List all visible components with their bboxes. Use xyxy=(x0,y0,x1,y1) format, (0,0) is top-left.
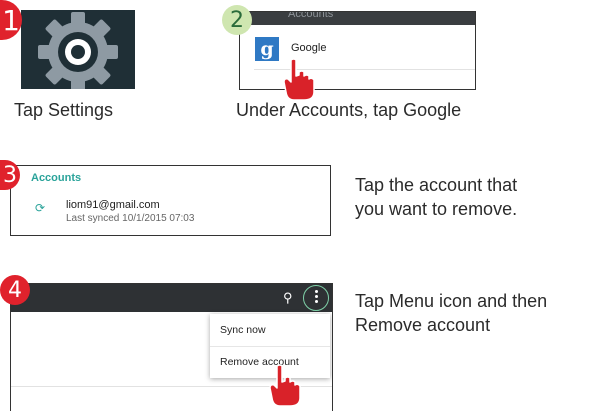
step-1-number: 1 xyxy=(2,3,20,37)
step-1-badge: 1 xyxy=(0,0,22,40)
accounts-section-title: Accounts xyxy=(31,172,82,184)
google-g-icon: g xyxy=(255,37,279,61)
step-2-badge: 2 xyxy=(222,5,252,35)
step-4-badge: 4 xyxy=(0,275,30,305)
menu-separator xyxy=(210,346,330,347)
step-4-description-line-1: Tap Menu icon and then xyxy=(355,291,548,311)
settings-app-icon-tile[interactable] xyxy=(21,10,135,89)
accounts-screen-snippet: Accounts g Google xyxy=(239,11,476,90)
last-synced-text: Last synced 10/1/2015 07:03 xyxy=(66,213,195,224)
accounts-header-text: Accounts xyxy=(288,11,334,20)
step-2-caption: Under Accounts, tap Google xyxy=(236,100,462,120)
pointing-hand-icon xyxy=(283,58,315,101)
menu-item-sync-now[interactable]: Sync now xyxy=(220,324,266,336)
step-3-description: Tap the account that you want to remove. xyxy=(355,173,517,221)
step-3-number: 3 xyxy=(3,162,17,188)
step-4-description-line-2: Remove account xyxy=(355,315,491,335)
pointing-hand-icon xyxy=(269,364,301,407)
step-1-caption: Tap Settings xyxy=(14,100,114,120)
settings-gear-icon xyxy=(38,12,118,89)
step-4-description: Tap Menu icon and then Remove account xyxy=(355,289,547,337)
google-label: Google xyxy=(291,42,327,54)
search-icon[interactable]: ⚲ xyxy=(283,290,293,306)
google-account-row[interactable]: g Google xyxy=(240,26,475,70)
app-toolbar: ⚲ xyxy=(11,284,332,312)
account-row[interactable]: ⟳ liom91@gmail.com Last synced 10/1/2015… xyxy=(11,192,330,232)
account-email: liom91@gmail.com xyxy=(66,199,160,211)
sync-icon: ⟳ xyxy=(35,201,46,215)
step-4-number: 4 xyxy=(8,277,22,303)
step-3-description-line-1: Tap the account that xyxy=(355,175,518,195)
step-3-description-line-2: you want to remove. xyxy=(355,199,518,219)
step-2-number: 2 xyxy=(230,7,244,33)
account-list-snippet: Accounts ⟳ liom91@gmail.com Last synced … xyxy=(10,165,331,236)
accounts-header-bar: Accounts xyxy=(240,12,475,25)
overflow-menu-icon[interactable] xyxy=(314,290,318,303)
